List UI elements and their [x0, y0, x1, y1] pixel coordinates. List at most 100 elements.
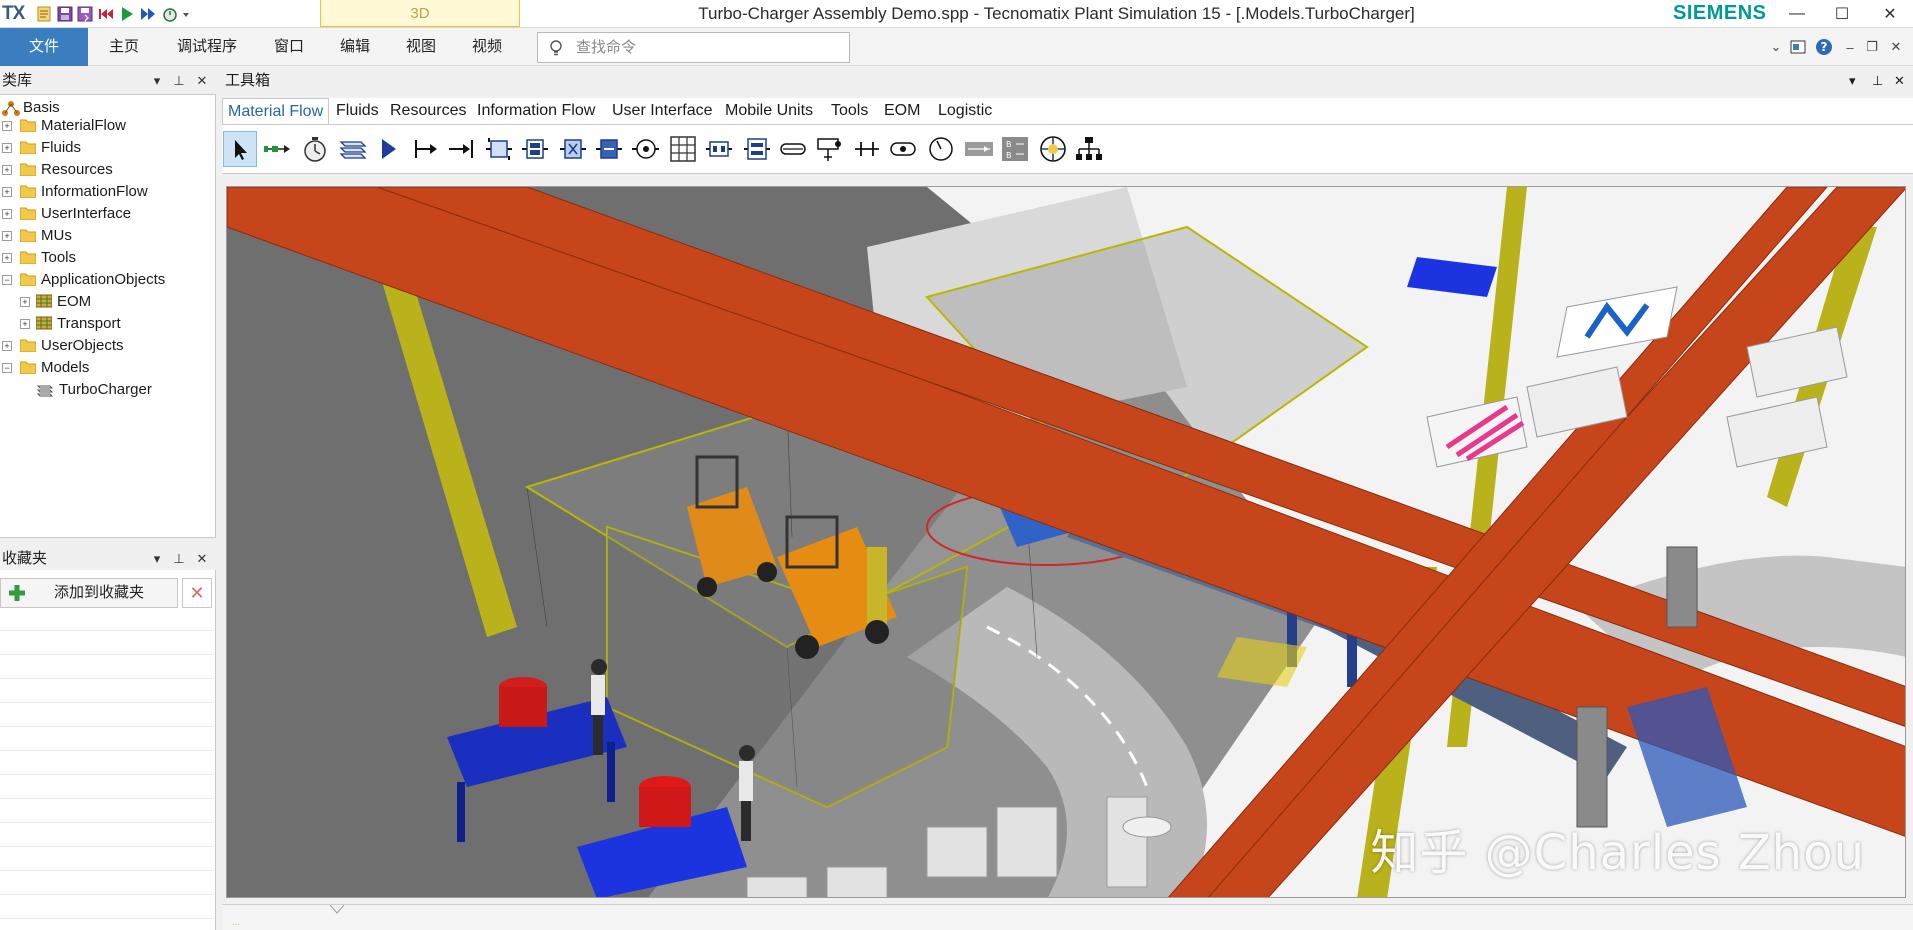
line-icon[interactable] [776, 131, 810, 167]
tab-resources[interactable]: Resources [390, 98, 466, 124]
start-icon[interactable] [117, 4, 137, 24]
menu-view[interactable]: 视图 [396, 28, 446, 66]
command-search-input[interactable] [576, 33, 836, 62]
ribbon-collapse-icon[interactable]: ⌄ [1766, 37, 1786, 57]
hierarchy-icon[interactable] [1072, 131, 1106, 167]
fast-forward-icon[interactable] [138, 4, 158, 24]
buffer-icon[interactable] [628, 131, 662, 167]
library-package-icon [36, 294, 52, 308]
tab-fluids[interactable]: Fluids [336, 98, 379, 124]
help-icon[interactable]: ? [1814, 37, 1834, 57]
source-icon[interactable] [372, 131, 406, 167]
status-bar: ... [222, 904, 1913, 930]
cylinder-tank [1122, 816, 1172, 838]
expand-icon[interactable]: + [2, 165, 12, 175]
command-search[interactable] [537, 32, 850, 63]
expand-icon[interactable]: + [2, 231, 12, 241]
doc-restore-icon[interactable]: ❐ [1862, 37, 1882, 57]
assembly-icon[interactable] [518, 131, 552, 167]
expand-icon[interactable]: + [2, 121, 12, 131]
list-divider [0, 678, 214, 679]
new-file-icon[interactable] [34, 4, 54, 24]
turntable-icon[interactable] [812, 131, 846, 167]
collapse-icon[interactable]: − [2, 275, 12, 285]
dwell-point-icon[interactable] [962, 131, 996, 167]
track-icon[interactable] [924, 131, 958, 167]
add-to-favorites-button[interactable]: 添加到收藏夹 [0, 578, 178, 608]
doc-close-icon[interactable]: ✕ [1886, 37, 1906, 57]
dropdown-icon[interactable]: ▾ [148, 546, 166, 572]
reset-icon[interactable] [96, 4, 116, 24]
save-icon[interactable] [55, 4, 75, 24]
favorites-list [0, 570, 216, 930]
store-icon[interactable] [666, 131, 700, 167]
close-icon[interactable]: ✕ [193, 68, 211, 94]
folder-icon [20, 141, 36, 154]
menu-window[interactable]: 窗口 [264, 28, 314, 66]
tab-information-flow[interactable]: Information Flow [477, 98, 595, 124]
event-controller-icon[interactable] [160, 4, 180, 24]
tab-3d[interactable]: 3D [320, 0, 520, 27]
menu-debugger[interactable]: 调试程序 [168, 28, 246, 66]
tab-user-interface[interactable]: User Interface [612, 98, 712, 124]
folder-open-icon [20, 273, 36, 286]
list-divider [0, 894, 214, 895]
expand-icon[interactable]: + [2, 143, 12, 153]
folder-icon [20, 229, 36, 242]
tab-material-flow[interactable]: Material Flow [222, 98, 330, 124]
pin-icon[interactable]: ⊥ [1872, 68, 1883, 94]
tab-mobile-units[interactable]: Mobile Units [725, 98, 813, 124]
3d-viewport[interactable]: 知乎 @Charles Zhou [226, 186, 1906, 898]
event-controller-icon[interactable] [298, 131, 332, 167]
frame-icon[interactable] [336, 131, 370, 167]
menu-file[interactable]: 文件 [0, 28, 88, 66]
menu-home[interactable]: 主页 [98, 28, 150, 66]
save-as-icon[interactable] [75, 4, 95, 24]
expand-icon[interactable]: + [2, 209, 12, 219]
turnplate-icon[interactable] [850, 131, 884, 167]
pointer-icon[interactable] [223, 131, 257, 167]
toolbox-title: 工具箱 [225, 72, 271, 89]
connector-icon[interactable] [260, 131, 294, 167]
sorter-icon[interactable] [702, 131, 736, 167]
customize-icon[interactable] [180, 4, 192, 24]
expand-icon[interactable]: + [2, 341, 12, 351]
flow-control-icon[interactable]: BB [998, 131, 1032, 167]
toolbox-header: 工具箱 ▾ ⊥ ✕ [222, 68, 1913, 94]
parallel-proc-icon[interactable] [482, 131, 516, 167]
layout-icon[interactable] [1788, 37, 1808, 57]
transfer-icon[interactable] [1036, 131, 1070, 167]
list-divider [0, 702, 214, 703]
expand-icon[interactable]: + [20, 297, 30, 307]
dismantle-icon[interactable] [556, 131, 590, 167]
collapse-icon[interactable]: − [2, 363, 12, 373]
expand-icon[interactable]: + [2, 253, 12, 263]
pin-icon[interactable]: ⊥ [170, 546, 188, 572]
svg-text:?: ? [1821, 40, 1828, 54]
close-button[interactable]: ✕ [1868, 0, 1912, 28]
menu-edit[interactable]: 编辑 [330, 28, 380, 66]
expand-icon[interactable]: + [20, 319, 30, 329]
dropdown-icon[interactable]: ▾ [1849, 68, 1856, 94]
shift-icon[interactable] [592, 131, 626, 167]
pin-icon[interactable]: ⊥ [170, 68, 188, 94]
close-icon[interactable]: ✕ [193, 546, 211, 572]
menu-video[interactable]: 视频 [462, 28, 512, 66]
list-divider [0, 822, 214, 823]
list-divider [0, 846, 214, 847]
doc-minimize-icon[interactable]: – [1840, 37, 1860, 57]
remove-favorite-button[interactable]: ✕ [182, 578, 212, 608]
single-proc-icon[interactable] [408, 131, 442, 167]
tab-logistic[interactable]: Logistic [938, 98, 992, 124]
minimize-button[interactable]: — [1775, 0, 1819, 28]
drain-icon[interactable] [444, 131, 478, 167]
cycle-icon[interactable] [740, 131, 774, 167]
maximize-button[interactable]: ☐ [1820, 0, 1864, 28]
crossing-icon[interactable] [886, 131, 920, 167]
dropdown-icon[interactable]: ▾ [148, 68, 166, 94]
tab-tools[interactable]: Tools [831, 98, 868, 124]
close-icon[interactable]: ✕ [1894, 68, 1905, 94]
expand-icon[interactable]: + [2, 187, 12, 197]
tab-eom[interactable]: EOM [884, 98, 920, 124]
list-divider [0, 630, 214, 631]
